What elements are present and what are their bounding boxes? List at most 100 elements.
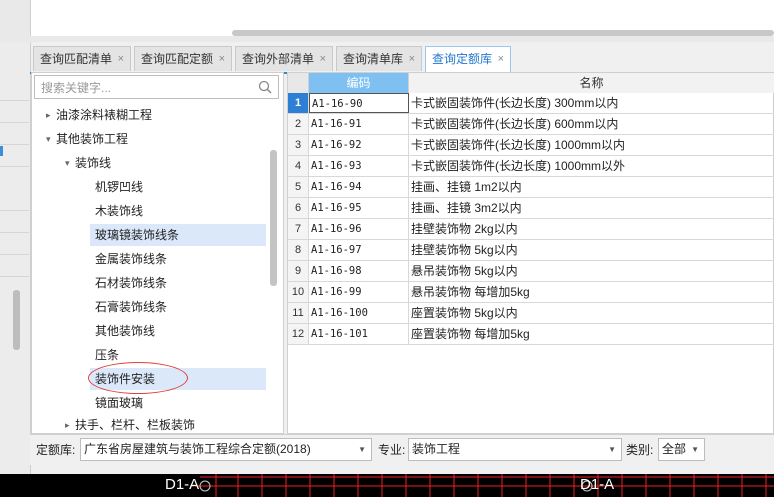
tree-leaf-item[interactable]: 金属装饰线条 [90, 248, 266, 270]
strip-divider [0, 144, 29, 145]
tree-item-decorative-lines[interactable]: ▾ 装饰线 [65, 152, 265, 174]
code-cell[interactable]: A1-16-100 [309, 303, 409, 323]
tree-item-other-decoration[interactable]: ▾ 其他装饰工程 [46, 128, 266, 150]
name-cell[interactable]: 卡式嵌固装饰件(长边长度) 1000mm以内 [411, 135, 771, 155]
tab-query-quota-library[interactable]: 查询定额库 × [425, 46, 511, 73]
close-icon[interactable]: × [498, 47, 504, 72]
major-value: 装饰工程 [412, 442, 461, 456]
chevron-down-icon: ▼ [691, 445, 699, 454]
table-row[interactable]: 5 A1-16-94 挂画、挂镜 1m2以内 [288, 177, 774, 198]
grid-corner-header [288, 73, 309, 93]
tab-query-list-library[interactable]: 查询清单库 × [336, 46, 422, 71]
tree-item-label: 扶手、栏杆、栏板装饰 [75, 418, 196, 432]
tree-leaf-item[interactable]: 其他装饰线 [90, 320, 266, 342]
major-select[interactable]: 装饰工程 ▼ [408, 438, 622, 461]
table-row[interactable]: 10 A1-16-99 悬吊装饰物 每增加5kg [288, 282, 774, 303]
code-cell[interactable]: A1-16-95 [309, 198, 409, 218]
code-cell[interactable]: A1-16-91 [309, 114, 409, 134]
tree-leaf-item[interactable]: 石材装饰线条 [90, 272, 266, 294]
table-row[interactable]: 11 A1-16-100 座置装饰物 5kg以内 [288, 303, 774, 324]
strip-selection-marker [0, 146, 3, 156]
strip-divider [0, 166, 29, 167]
tree-item-handrail[interactable]: ▸ 扶手、栏杆、栏板装饰 [65, 414, 265, 432]
table-row[interactable]: 1 A1-16-90 卡式嵌固装饰件(长边长度) 300mm以内 [288, 93, 774, 114]
quota-library-label: 定额库: [36, 443, 76, 457]
strip-divider [0, 122, 29, 123]
table-row[interactable]: 3 A1-16-92 卡式嵌固装饰件(长边长度) 1000mm以内 [288, 135, 774, 156]
code-cell[interactable]: A1-16-97 [309, 240, 409, 260]
row-number: 8 [288, 240, 309, 260]
name-cell[interactable]: 卡式嵌固装饰件(长边长度) 300mm以内 [411, 93, 771, 113]
name-cell[interactable]: 卡式嵌固装饰件(长边长度) 600mm以内 [411, 114, 771, 134]
top-horizontal-scrollbar[interactable] [232, 30, 774, 36]
column-header-code[interactable]: 编码 [309, 73, 409, 93]
name-cell[interactable]: 挂画、挂镜 3m2以内 [411, 198, 771, 218]
row-number: 5 [288, 177, 309, 197]
row-number: 12 [288, 324, 309, 344]
table-row[interactable]: 4 A1-16-93 卡式嵌固装饰件(长边长度) 1000mm以外 [288, 156, 774, 177]
search-input[interactable] [39, 77, 253, 99]
search-icon[interactable] [257, 79, 273, 95]
row-number: 2 [288, 114, 309, 134]
left-side-panel [0, 42, 31, 474]
row-number: 10 [288, 282, 309, 302]
close-icon[interactable]: × [118, 47, 124, 72]
table-row[interactable]: 9 A1-16-98 悬吊装饰物 5kg以内 [288, 261, 774, 282]
name-cell[interactable]: 挂壁装饰物 5kg以内 [411, 240, 771, 260]
table-row[interactable]: 8 A1-16-97 挂壁装饰物 5kg以内 [288, 240, 774, 261]
tree-leaf-item[interactable]: 机锣凹线 [90, 176, 266, 198]
code-cell[interactable]: A1-16-98 [309, 261, 409, 281]
close-icon[interactable]: × [409, 47, 415, 72]
tree-scrollbar[interactable] [270, 150, 277, 286]
code-cell[interactable]: A1-16-96 [309, 219, 409, 239]
name-cell[interactable]: 悬吊装饰物 每增加5kg [411, 282, 771, 302]
tab-query-match-list[interactable]: 查询匹配清单 × [33, 46, 131, 71]
tab-label: 查询匹配清单 [40, 52, 113, 66]
code-cell[interactable]: A1-16-90 [309, 93, 409, 113]
left-panel-scrollbar[interactable] [13, 290, 20, 350]
strip-divider [0, 276, 29, 277]
tab-query-match-quota[interactable]: 查询匹配定额 × [134, 46, 232, 71]
cad-drawing-area[interactable] [0, 474, 774, 497]
name-cell[interactable]: 悬吊装饰物 5kg以内 [411, 261, 771, 281]
tab-label: 查询定额库 [432, 52, 493, 66]
close-icon[interactable]: × [219, 47, 225, 72]
tree-leaf-item[interactable]: 石膏装饰线条 [90, 296, 266, 318]
search-box[interactable] [34, 75, 279, 99]
tab-query-external-list[interactable]: 查询外部清单 × [235, 46, 333, 71]
category-select[interactable]: 全部 ▼ [658, 438, 705, 461]
tree-leaf-item-selected[interactable]: 玻璃镜装饰线条 [90, 224, 266, 246]
chevron-down-icon: ▼ [608, 445, 616, 454]
table-row[interactable]: 2 A1-16-91 卡式嵌固装饰件(长边长度) 600mm以内 [288, 114, 774, 135]
column-header-name[interactable]: 名称 [409, 73, 774, 93]
table-row[interactable]: 7 A1-16-96 挂壁装饰物 2kg以内 [288, 219, 774, 240]
code-cell[interactable]: A1-16-92 [309, 135, 409, 155]
row-number: 3 [288, 135, 309, 155]
code-cell[interactable]: A1-16-101 [309, 324, 409, 344]
tab-label: 查询外部清单 [242, 52, 315, 66]
table-row[interactable]: 6 A1-16-95 挂画、挂镜 3m2以内 [288, 198, 774, 219]
strip-divider [0, 232, 29, 233]
tree-leaf-item[interactable]: 镜面玻璃 [90, 392, 266, 414]
close-icon[interactable]: × [320, 47, 326, 72]
name-cell[interactable]: 座置装饰物 每增加5kg [411, 324, 771, 344]
quota-library-select[interactable]: 广东省房屋建筑与装饰工程综合定额(2018) ▼ [80, 438, 372, 461]
strip-divider [0, 210, 29, 211]
code-cell[interactable]: A1-16-94 [309, 177, 409, 197]
collapse-arrow-icon[interactable]: ▾ [46, 128, 51, 150]
tree-item-label: 装饰线 [75, 156, 112, 170]
code-cell[interactable]: A1-16-93 [309, 156, 409, 176]
chevron-down-icon: ▼ [358, 445, 366, 454]
table-row[interactable]: 12 A1-16-101 座置装饰物 每增加5kg [288, 324, 774, 345]
name-cell[interactable]: 卡式嵌固装饰件(长边长度) 1000mm以外 [411, 156, 771, 176]
tree-leaf-item[interactable]: 木装饰线 [90, 200, 266, 222]
tree-item-paint-coating[interactable]: ▸ 油漆涂料裱糊工程 [46, 104, 266, 126]
name-cell[interactable]: 挂画、挂镜 1m2以内 [411, 177, 771, 197]
row-number: 4 [288, 156, 309, 176]
code-cell[interactable]: A1-16-99 [309, 282, 409, 302]
name-cell[interactable]: 座置装饰物 5kg以内 [411, 303, 771, 323]
name-cell[interactable]: 挂壁装饰物 2kg以内 [411, 219, 771, 239]
collapse-arrow-icon[interactable]: ▾ [65, 152, 70, 174]
expand-arrow-icon[interactable]: ▸ [65, 414, 70, 432]
expand-arrow-icon[interactable]: ▸ [46, 104, 51, 126]
